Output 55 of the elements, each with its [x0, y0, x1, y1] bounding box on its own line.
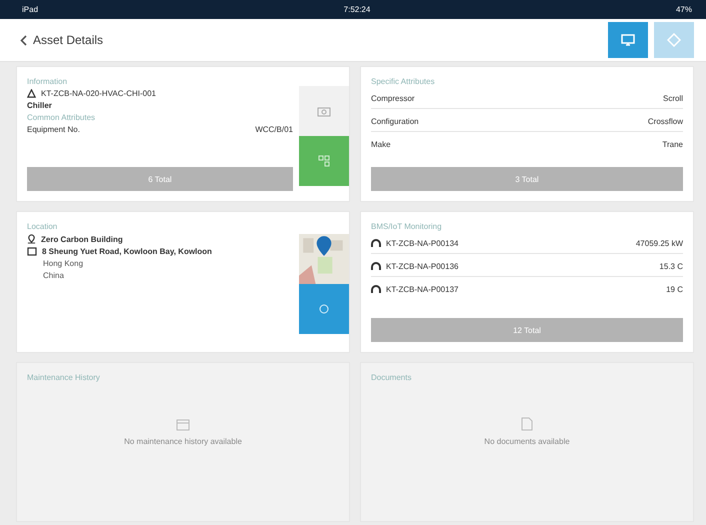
empty-message: No maintenance history available [124, 436, 242, 446]
attribute-value: Trane [662, 140, 683, 149]
sensor-id: KT-ZCB-NA-P00136 [386, 262, 458, 271]
sensor-id: KT-ZCB-NA-P00137 [386, 285, 458, 294]
carrier-label: iPad [22, 5, 38, 14]
gauge-icon [371, 262, 381, 271]
card-title: Maintenance History [27, 373, 101, 382]
total-button[interactable]: 12 Total [371, 318, 683, 342]
attribute-label: Configuration [371, 117, 419, 126]
sensor-reading: 19 C [666, 285, 683, 294]
clock-time: 7:52:24 [344, 5, 370, 14]
attribute-value: WCC/B/01 [255, 125, 293, 134]
gauge-icon [371, 239, 381, 248]
card-title: Information [27, 77, 68, 86]
attribute-label: Make [371, 140, 391, 149]
camera-icon [317, 105, 331, 117]
gauge-icon [371, 285, 381, 294]
document-icon [521, 417, 533, 431]
sensor-reading: 15.3 C [659, 262, 683, 271]
calendar-icon [176, 418, 190, 430]
attribute-value: Scroll [662, 94, 683, 103]
asset-type: Chiller [27, 101, 53, 110]
section-title: Common Attributes [27, 113, 96, 122]
location-pin-icon [27, 234, 36, 244]
compass-icon [319, 304, 329, 314]
qr-button[interactable] [299, 136, 349, 186]
empty-message: No documents available [484, 437, 570, 446]
total-button[interactable]: 3 Total [371, 167, 683, 191]
qr-code-icon [318, 155, 330, 167]
asset-id: KT-ZCB-NA-020-HVAC-CHI-001 [41, 89, 156, 98]
warning-icon [27, 89, 36, 98]
sensor-reading: 47059.25 kW [636, 239, 683, 248]
card-title: BMS/IoT Monitoring [371, 222, 443, 231]
map-icon [27, 247, 37, 256]
card-title: Documents [371, 373, 412, 382]
sensor-id: KT-ZCB-NA-P00134 [386, 239, 458, 248]
navigate-button[interactable] [299, 284, 349, 334]
building-name: Zero Carbon Building [41, 234, 123, 244]
card-title: Location [27, 222, 58, 231]
card-title: Specific Attributes [371, 77, 436, 86]
photo-button[interactable] [299, 86, 349, 136]
toolbar-button[interactable] [608, 22, 648, 58]
address-line: 8 Sheung Yuet Road, Kowloon Bay, Kowloon [42, 247, 212, 256]
country-text: China [42, 271, 65, 280]
attribute-value: Crossflow [648, 117, 683, 126]
toolbar-button[interactable] [654, 22, 694, 58]
battery-level: 47% [676, 5, 692, 14]
monitor-icon [621, 33, 635, 47]
city-text: Hong Kong [42, 259, 84, 268]
attribute-label: Compressor [371, 94, 415, 103]
back-button[interactable]: Asset Details [20, 33, 104, 47]
diamond-icon [667, 33, 681, 47]
total-button[interactable]: 6 Total [27, 167, 293, 191]
back-chevron-icon [20, 34, 27, 46]
attribute-label: Equipment No. [27, 125, 80, 134]
